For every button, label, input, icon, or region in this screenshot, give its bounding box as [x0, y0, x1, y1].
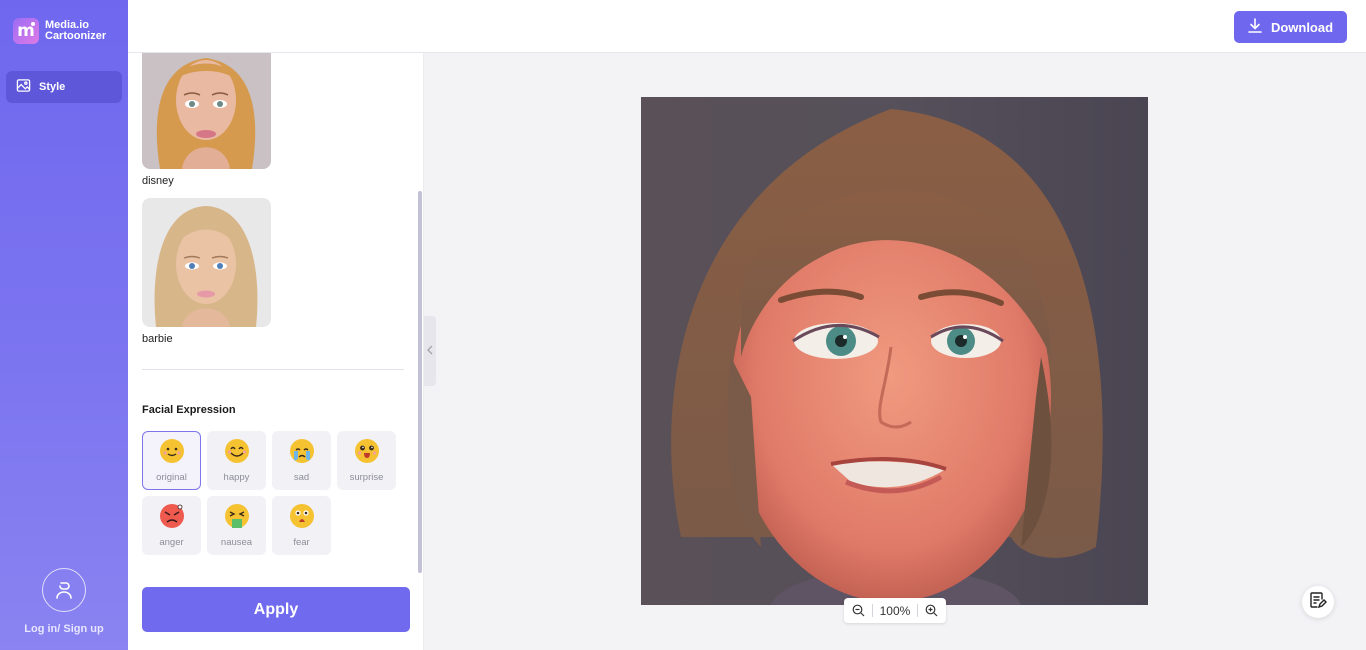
zoom-level: 100% [879, 603, 911, 618]
brand-line-2: Cartoonizer [45, 30, 107, 42]
anger-emoji-icon [159, 503, 185, 534]
cartoon-preview-image [641, 97, 1148, 605]
sidebar: m Media.io Cartoonizer Style Log in/ Sig… [0, 0, 128, 650]
login-signup-button[interactable]: Log in/ Sign up [0, 568, 128, 635]
expression-label: sad [293, 472, 310, 483]
sad-emoji-icon [289, 438, 315, 469]
image-icon [16, 78, 31, 96]
barbie-thumbnail [142, 198, 271, 327]
smile-emoji-icon [159, 438, 185, 469]
expression-label: surprise [349, 472, 384, 483]
login-signup-label: Log in/ Sign up [24, 623, 104, 635]
expression-original[interactable]: original [142, 431, 201, 490]
happy-emoji-icon [224, 438, 250, 469]
expression-fear[interactable]: fear [272, 496, 331, 555]
zoom-out-icon[interactable] [852, 604, 865, 617]
apply-button[interactable]: Apply [142, 587, 410, 632]
sidebar-item-label: Style [39, 81, 66, 93]
app-root: m Media.io Cartoonizer Style Log in/ Sig… [0, 0, 1366, 650]
zoom-in-icon[interactable] [925, 604, 938, 617]
top-bar: Download [128, 0, 1366, 53]
download-icon [1248, 18, 1262, 36]
nausea-emoji-icon [224, 503, 250, 534]
expression-nausea[interactable]: nausea [207, 496, 266, 555]
expression-label: anger [159, 537, 184, 548]
panel-scrollbar[interactable] [418, 191, 422, 573]
zoom-controls: 100% [844, 598, 946, 623]
brand-logo-icon: m [13, 18, 39, 44]
fear-emoji-icon [289, 503, 315, 534]
zoom-separator [871, 604, 873, 617]
style-option-disney[interactable]: disney [142, 53, 271, 187]
style-option-barbie[interactable]: barbie [142, 198, 271, 345]
expression-label: happy [223, 472, 250, 483]
facial-expression-title: Facial Expression [142, 404, 236, 416]
expression-label: fear [293, 537, 310, 548]
expression-label: original [156, 472, 187, 483]
style-label-disney: disney [142, 175, 174, 187]
disney-thumbnail [142, 53, 271, 169]
note-edit-icon [1309, 591, 1327, 614]
zoom-separator [917, 604, 919, 617]
section-divider [142, 369, 404, 370]
brand-name: Media.io Cartoonizer [45, 20, 106, 42]
settings-panel: disney barbie Facial Expression original… [128, 53, 424, 650]
expression-anger[interactable]: anger [142, 496, 201, 555]
collapse-panel-button[interactable] [424, 316, 436, 386]
feedback-button[interactable] [1302, 586, 1334, 618]
brand[interactable]: m Media.io Cartoonizer [13, 18, 106, 44]
expression-surprise[interactable]: surprise [337, 431, 396, 490]
user-icon [42, 568, 86, 612]
expression-label: nausea [220, 537, 253, 548]
expression-grid: original happy sad surprise anger nausea… [142, 431, 396, 555]
download-label: Download [1270, 19, 1334, 35]
surprise-emoji-icon [354, 438, 380, 469]
download-button[interactable]: Download [1234, 11, 1347, 43]
sidebar-item-style[interactable]: Style [6, 71, 122, 103]
expression-happy[interactable]: happy [207, 431, 266, 490]
chevron-left-icon [427, 342, 433, 360]
expression-sad[interactable]: sad [272, 431, 331, 490]
style-label-barbie: barbie [142, 333, 173, 345]
